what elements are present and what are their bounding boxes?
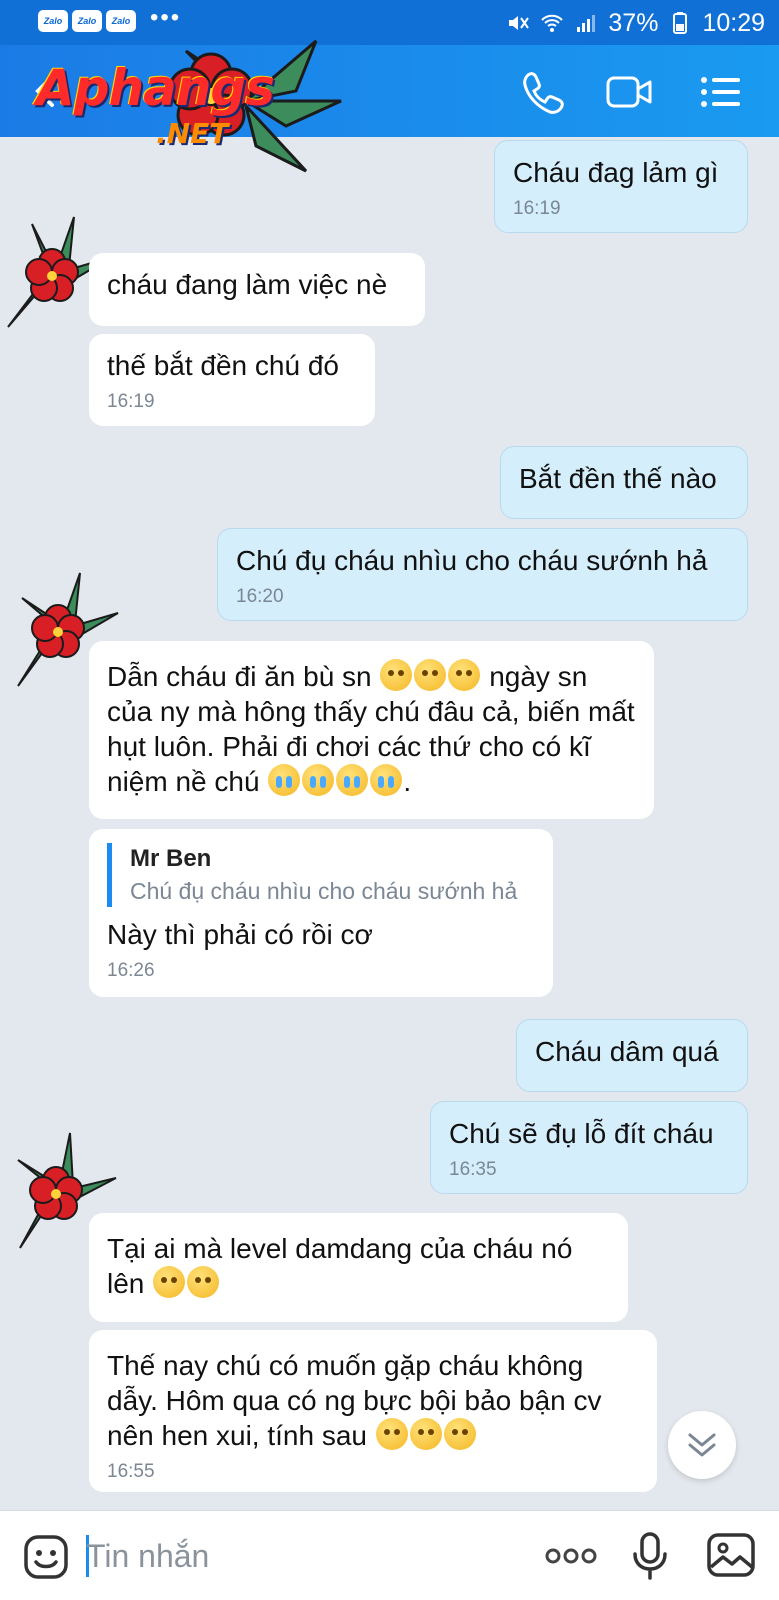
chat-header: Aphangs .NET	[0, 39, 779, 173]
logo-suffix: .NET	[156, 117, 229, 150]
reply-quote[interactable]: Mr Ben Chú đụ cháu nhìu cho cháu sướnh h…	[107, 843, 535, 907]
battery-percent: 37%	[608, 8, 659, 37]
message-outgoing[interactable]: Cháu đag lảm gì 16:19	[494, 140, 748, 233]
mute-icon	[509, 16, 530, 30]
crying-face-emoji-icon	[302, 764, 335, 796]
message-outgoing[interactable]: Bắt đền thế nào	[500, 446, 748, 519]
message-incoming[interactable]: Dẫn cháu đi ăn bù sn ngày sn của ny mà h…	[89, 641, 654, 819]
logo-text: Aphangs	[36, 59, 275, 117]
message-outgoing[interactable]: Chú sẽ đụ lỗ đít cháu 16:35	[430, 1101, 748, 1194]
message-text: Cháu dâm quá	[535, 1036, 719, 1067]
steam-face-emoji-icon	[443, 1418, 476, 1450]
message-incoming[interactable]: Thế nay chú có muốn gặp cháu không dẫy. …	[89, 1330, 657, 1492]
message-text: Bắt đền thế nào	[519, 463, 717, 494]
double-chevron-down-icon	[688, 1433, 716, 1457]
pleading-face-emoji-icon	[380, 659, 413, 691]
steam-face-emoji-icon	[409, 1418, 442, 1450]
phone-icon[interactable]	[518, 69, 568, 115]
sticker-emoji-icon[interactable]	[22, 1533, 70, 1581]
pleading-face-emoji-icon	[414, 659, 447, 691]
reply-quote-text: Chú đụ cháu nhìu cho cháu sướnh hả	[130, 878, 518, 904]
message-text: Thế nay chú có muốn gặp cháu không dẫy. …	[107, 1350, 602, 1451]
message-outgoing[interactable]: Chú đụ cháu nhìu cho cháu sướnh hả 16:20	[217, 528, 748, 621]
crying-face-emoji-icon	[336, 764, 369, 796]
message-incoming[interactable]: thế bắt đền chú đó 16:19	[89, 334, 375, 426]
image-gallery-icon[interactable]	[706, 1531, 756, 1579]
smiling-face-emoji-icon	[187, 1266, 220, 1298]
message-input[interactable]	[86, 1531, 506, 1581]
message-time: 16:19	[513, 198, 561, 219]
clock: 10:29	[702, 8, 765, 37]
message-text: Chú sẽ đụ lỗ đít cháu	[449, 1118, 714, 1149]
menu-list-icon[interactable]	[696, 69, 746, 115]
more-notifications-icon: •••	[150, 4, 182, 31]
message-text: thế bắt đền chú đó	[107, 350, 339, 381]
video-call-icon[interactable]	[604, 69, 654, 115]
message-outgoing[interactable]: Cháu dâm quá	[516, 1019, 748, 1092]
more-options-icon[interactable]	[545, 1547, 597, 1565]
crying-face-emoji-icon	[268, 764, 301, 796]
pleading-face-emoji-icon	[448, 659, 481, 691]
message-time: 16:55	[107, 1461, 155, 1482]
watermark-logo: Aphangs .NET	[36, 39, 346, 181]
steam-face-emoji-icon	[375, 1418, 408, 1450]
message-text: Này thì phải có rồi cơ	[107, 919, 373, 950]
microphone-icon[interactable]	[630, 1531, 670, 1581]
message-incoming[interactable]: Tại ai mà level damdang của cháu nó lên	[89, 1213, 628, 1322]
message-time: 16:20	[236, 586, 284, 607]
wifi-icon	[541, 14, 564, 32]
crying-face-emoji-icon	[370, 764, 403, 796]
reply-quote-sender: Mr Ben	[130, 845, 212, 872]
message-text: Cháu đag lảm gì	[513, 157, 719, 188]
signal-icon	[577, 15, 596, 32]
status-bar: Zalo Zalo Zalo ••• 37% 10:29	[0, 0, 779, 45]
message-input-bar	[0, 1510, 779, 1600]
message-text: Dẫn cháu đi ăn bù sn	[107, 661, 372, 692]
message-time: 16:26	[107, 960, 155, 981]
zalo-notification-icon: Zalo	[72, 10, 102, 32]
message-time: 16:19	[107, 391, 155, 412]
message-incoming[interactable]: cháu đang làm việc nè	[89, 253, 425, 326]
zalo-notification-icon: Zalo	[106, 10, 136, 32]
message-incoming-reply[interactable]: Mr Ben Chú đụ cháu nhìu cho cháu sướnh h…	[89, 829, 553, 997]
message-time: 16:35	[449, 1159, 497, 1180]
message-text: cháu đang làm việc nè	[107, 269, 388, 300]
message-text: .	[403, 766, 412, 797]
message-text: Chú đụ cháu nhìu cho cháu sướnh hả	[236, 545, 708, 576]
battery-icon	[673, 12, 688, 34]
zalo-notification-icon: Zalo	[38, 10, 68, 32]
scroll-to-bottom-button[interactable]	[668, 1411, 736, 1479]
smiling-face-emoji-icon	[153, 1266, 186, 1298]
